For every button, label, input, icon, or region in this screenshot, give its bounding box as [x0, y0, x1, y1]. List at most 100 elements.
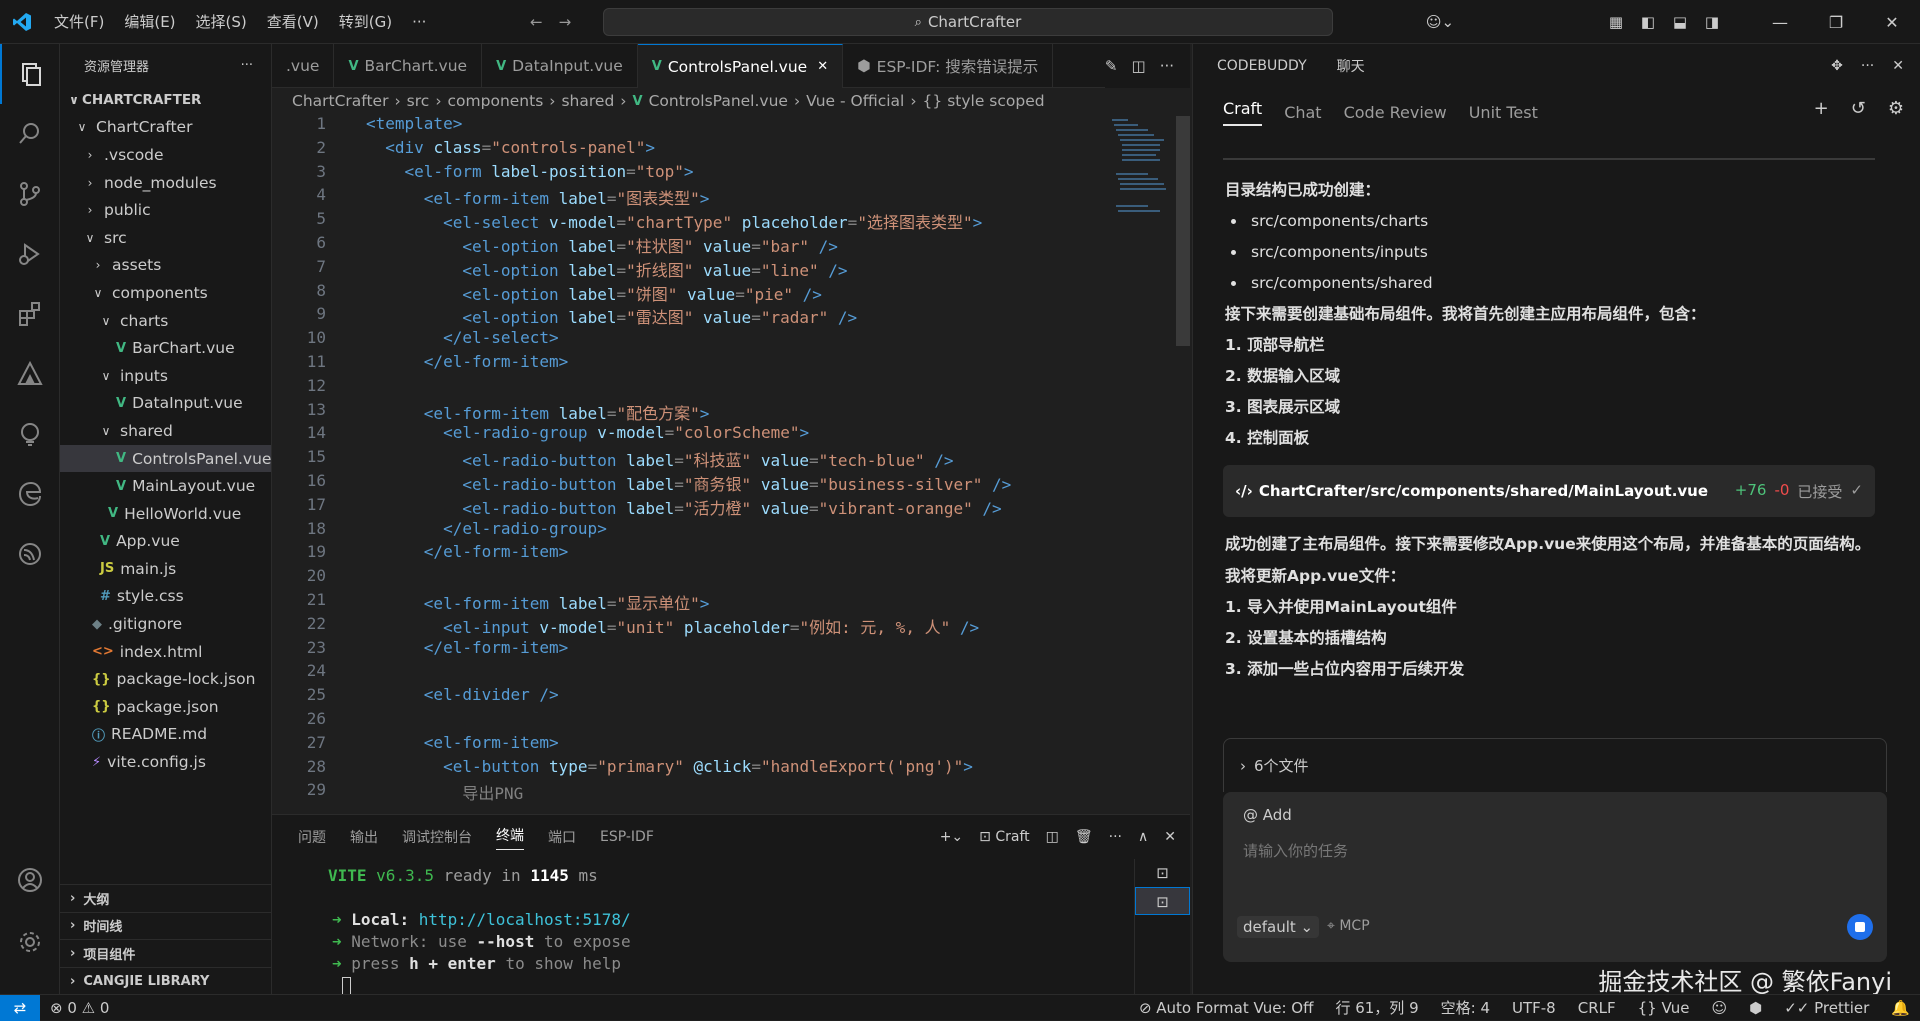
breadcrumb-item[interactable]: ChartCrafter [292, 92, 388, 110]
minimap[interactable] [1108, 116, 1168, 236]
panel-tab[interactable]: 输出 [350, 827, 378, 847]
minimize-icon[interactable]: — [1752, 13, 1808, 32]
auto-format-status[interactable]: ⊘ Auto Format Vue: Off [1139, 999, 1314, 1017]
panel-tab[interactable]: ESP-IDF [600, 829, 654, 845]
menu-item[interactable]: ··· [402, 0, 436, 44]
copilot-status-icon[interactable]: ☺ [1711, 999, 1727, 1017]
terminal-icon[interactable]: ⊡ Craft [979, 829, 1029, 845]
forward-arrow-icon[interactable]: → [559, 13, 572, 31]
copilot-icon[interactable]: ☺⌄ [1420, 13, 1460, 31]
tree-item[interactable]: JS main.js [60, 555, 271, 583]
close-window-icon[interactable]: ✕ [1864, 13, 1920, 32]
tree-item[interactable]: ∨ charts [60, 307, 271, 335]
cursor-position[interactable]: 行 61，列 9 [1335, 997, 1418, 1018]
add-context-button[interactable]: @ Add [1243, 806, 1292, 824]
extensions-icon[interactable] [0, 284, 60, 344]
encoding[interactable]: UTF-8 [1512, 999, 1556, 1017]
local-url-link[interactable]: http://localhost:5178/ [419, 910, 631, 929]
edge-icon[interactable] [0, 464, 60, 524]
tree-item[interactable]: › node_modules [60, 169, 271, 197]
tree-item[interactable]: ∨ inputs [60, 362, 271, 390]
language-mode[interactable]: {} Vue [1638, 999, 1690, 1017]
toggle-panel-icon[interactable]: ⬓ [1664, 13, 1696, 31]
explorer-icon[interactable] [0, 44, 60, 104]
stop-button[interactable] [1847, 914, 1873, 940]
tree-item[interactable]: ∨ ChartCrafter [60, 114, 271, 142]
menu-item[interactable]: 文件(F) [44, 0, 114, 44]
edit-icon[interactable]: ✎ [1105, 57, 1118, 75]
tree-item[interactable]: # style.css [60, 583, 271, 611]
editor-tab[interactable]: ⬢ ESP-IDF: 搜索错误提示 [843, 44, 1054, 88]
split-terminal-icon[interactable]: ◫ [1046, 829, 1059, 845]
editor-tab[interactable]: V BarChart.vue [334, 44, 483, 88]
tree-item[interactable]: V App.vue [60, 528, 271, 556]
more-actions-icon[interactable]: ··· [1160, 57, 1174, 75]
model-select[interactable]: default ⌄ [1237, 916, 1320, 938]
tree-item[interactable]: {} package-lock.json [60, 665, 271, 693]
toggle-secondary-sidebar-icon[interactable]: ◨ [1696, 13, 1728, 31]
new-terminal-icon[interactable]: +⌄ [940, 829, 963, 845]
menu-item[interactable]: 编辑(E) [114, 0, 185, 44]
chat-tab-label[interactable]: 聊天 [1337, 56, 1365, 76]
breadcrumb-item[interactable]: components [448, 92, 544, 110]
history-icon[interactable]: ↺ [1851, 98, 1866, 119]
terminal-tab-icon[interactable]: ⊡ [1135, 859, 1190, 887]
close-icon[interactable]: ✕ [1892, 58, 1904, 74]
editor-tab[interactable]: V DataInput.vue [482, 44, 638, 88]
tree-item[interactable]: › .vscode [60, 141, 271, 169]
sidebar-section[interactable]: › 项目组件 [60, 939, 271, 967]
tree-item[interactable]: ∨ shared [60, 417, 271, 445]
assistant-icon[interactable] [0, 404, 60, 464]
breadcrumb-item[interactable]: Vue - Official [806, 92, 904, 110]
search-icon[interactable] [0, 104, 60, 164]
tree-item[interactable]: V ControlsPanel.vue [60, 444, 271, 473]
close-panel-icon[interactable]: ✕ [1164, 829, 1176, 845]
prettier-status[interactable]: ✓✓ Prettier [1784, 999, 1869, 1017]
code-editor[interactable]: 1 <template> 2 <div class="controls-panel"… [272, 114, 1190, 804]
codebuddy-icon[interactable] [0, 344, 60, 404]
terminal-tab-icon[interactable]: ⊡ [1135, 887, 1190, 915]
more-actions-icon[interactable]: ··· [241, 58, 253, 73]
tree-item[interactable]: ⚡ vite.config.js [60, 748, 271, 776]
customize-layout-icon[interactable]: ▦ [1600, 13, 1632, 31]
sidebar-section[interactable]: › 时间线 [60, 911, 271, 940]
chat-mode-tab[interactable]: Chat [1284, 103, 1321, 122]
panel-tab[interactable]: 端口 [548, 827, 576, 847]
source-control-icon[interactable] [0, 164, 60, 224]
gear-icon[interactable] [0, 912, 60, 972]
indentation[interactable]: 空格: 4 [1441, 997, 1490, 1018]
tree-item[interactable]: V MainLayout.vue [60, 472, 271, 500]
panel-tab[interactable]: 终端 [496, 825, 524, 850]
esp-idf-icon[interactable] [0, 524, 60, 584]
notifications-icon[interactable]: 🔔 [1891, 999, 1910, 1017]
more-actions-icon[interactable]: ··· [1109, 829, 1122, 845]
sidebar-section[interactable]: › 大纲 [60, 884, 271, 912]
tree-item[interactable]: › public [60, 196, 271, 224]
mcp-button[interactable]: ⌖ MCP [1327, 918, 1370, 934]
tree-item[interactable]: ◆ .gitignore [60, 610, 271, 638]
menu-item[interactable]: 选择(S) [186, 0, 257, 44]
editor-tab[interactable]: .vue [272, 44, 335, 88]
tree-item[interactable]: › assets [60, 252, 271, 280]
tree-item[interactable]: ⓘ README.md [60, 721, 271, 749]
files-summary[interactable]: › 6个文件 [1223, 738, 1887, 792]
split-editor-icon[interactable]: ◫ [1132, 57, 1146, 75]
tree-item[interactable]: ∨ src [60, 224, 271, 252]
panel-tab[interactable]: 问题 [298, 827, 326, 847]
editor-tab[interactable]: V ControlsPanel.vue ✕ [637, 44, 844, 88]
move-icon[interactable]: ✥ [1831, 58, 1843, 74]
close-tab-icon[interactable]: ✕ [817, 59, 828, 74]
trash-icon[interactable]: 🗑 [1075, 829, 1093, 845]
esp-status-icon[interactable]: ⬢ [1749, 999, 1762, 1017]
breadcrumb-item[interactable]: shared [561, 92, 614, 110]
new-chat-icon[interactable]: + [1814, 98, 1829, 119]
tree-item[interactable]: {} package.json [60, 693, 271, 721]
tree-item[interactable]: V BarChart.vue [60, 334, 271, 362]
editor-scrollbar[interactable] [1176, 116, 1190, 346]
chat-mode-tab[interactable]: Code Review [1344, 103, 1447, 122]
maximize-panel-icon[interactable]: ∧ [1138, 829, 1148, 845]
terminal-output[interactable]: VITE v6.3.5 ready in 1145 ms ➜ Local: ht… [272, 865, 1112, 995]
breadcrumb-item[interactable]: ControlsPanel.vue [649, 92, 788, 110]
line-ending[interactable]: CRLF [1578, 999, 1616, 1017]
problems-indicator[interactable]: ⊗ 0 ⚠ 0 [50, 999, 109, 1017]
